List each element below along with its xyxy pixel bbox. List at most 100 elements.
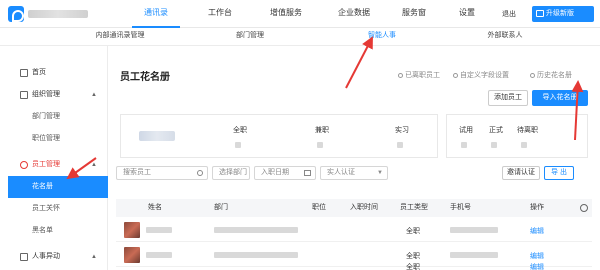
tab-settings[interactable]: 设置 bbox=[452, 0, 482, 28]
hire-date-picker[interactable]: 入职日期 bbox=[254, 166, 316, 180]
department-select[interactable]: 选择部门 bbox=[212, 166, 250, 180]
col-name: 姓名 bbox=[148, 204, 162, 211]
chevron-down-icon: ▼ bbox=[377, 170, 383, 176]
table-header: 姓名 部门 职位 入职时间 员工类型 手机号 操作 bbox=[116, 199, 592, 217]
upgrade-button[interactable]: 升级新版 bbox=[532, 6, 594, 22]
stats-total-blurred bbox=[139, 131, 175, 141]
dept-blurred bbox=[214, 227, 298, 233]
subtab-external-contacts[interactable]: 外部联系人 bbox=[470, 28, 540, 46]
stat-label-pending-leave: 待离职 bbox=[517, 127, 538, 134]
org-icon bbox=[20, 91, 28, 99]
stat-value-blurred bbox=[461, 142, 467, 148]
table-row[interactable]: 全职 编辑 bbox=[116, 264, 592, 270]
option-resigned-label: 已离职员工 bbox=[405, 72, 440, 79]
col-hire-date: 入职时间 bbox=[350, 204, 378, 211]
add-employee-button[interactable]: 添加员工 bbox=[488, 90, 528, 106]
tab-service-window[interactable]: 服务窗 bbox=[390, 0, 438, 28]
search-input[interactable]: 搜索员工 bbox=[116, 166, 208, 180]
chevron-up-icon: ▲ bbox=[91, 254, 97, 260]
hire-date-label: 入职日期 bbox=[261, 169, 289, 176]
option-custom-fields-label: 自定义字段设置 bbox=[460, 72, 509, 79]
sidebar-item-roster[interactable]: 花名册 bbox=[8, 176, 108, 198]
table-row[interactable]: 全职 编辑 bbox=[116, 218, 592, 242]
tab-value-added[interactable]: 增值服务 bbox=[256, 0, 316, 28]
auth-select-label: 实人认证 bbox=[327, 169, 355, 176]
edit-link[interactable]: 编辑 bbox=[530, 251, 544, 261]
stats-card-status: 试用 正式 待离职 bbox=[446, 114, 588, 158]
sidebar-item-home[interactable]: 首页 bbox=[0, 62, 107, 84]
option-history[interactable]: 历史花名册 bbox=[530, 70, 572, 80]
import-roster-button[interactable]: 导入花名册 bbox=[532, 90, 588, 106]
page-title: 员工花名册 bbox=[120, 72, 170, 83]
stat-label-fulltime: 全职 bbox=[233, 127, 247, 134]
stat-value-blurred bbox=[317, 142, 323, 148]
name-blurred bbox=[146, 227, 172, 233]
upgrade-label: 升级新版 bbox=[546, 10, 574, 17]
emp-type-cell: 全职 bbox=[406, 253, 420, 260]
main-content: 员工花名册 已离职员工 自定义字段设置 历史花名册 添加员工 导入花名册 全职 … bbox=[108, 46, 600, 270]
sidebar-group-employee[interactable]: 员工管理 ▲ bbox=[0, 154, 107, 176]
sub-navbar: 内部通讯录管理 部门管理 智能人事 外部联系人 bbox=[0, 28, 600, 46]
stat-label-formal: 正式 bbox=[489, 127, 503, 134]
gear-icon[interactable] bbox=[580, 204, 588, 212]
sidebar-org-label: 组织管理 bbox=[32, 91, 60, 98]
export-button[interactable]: 导 出 bbox=[544, 166, 574, 180]
col-department: 部门 bbox=[214, 204, 228, 211]
radio-icon bbox=[453, 73, 458, 78]
sidebar-employee-label: 员工管理 bbox=[32, 161, 60, 168]
option-history-label: 历史花名册 bbox=[537, 72, 572, 79]
subtab-smart-hr[interactable]: 智能人事 bbox=[352, 28, 412, 46]
emp-type-cell: 全职 bbox=[406, 228, 420, 235]
sidebar-item-care[interactable]: 员工关怀 bbox=[0, 198, 107, 220]
home-icon bbox=[20, 69, 28, 77]
logout-link[interactable]: 退出 bbox=[502, 9, 516, 19]
chevron-up-icon: ▲ bbox=[91, 162, 97, 168]
sidebar-item-position[interactable]: 职位管理 bbox=[0, 128, 107, 150]
tab-workbench[interactable]: 工作台 bbox=[196, 0, 244, 28]
col-emp-type: 员工类型 bbox=[400, 204, 428, 211]
top-navbar: 通讯录 工作台 增值服务 企业数据 服务窗 设置 退出 升级新版 bbox=[0, 0, 600, 28]
auth-select[interactable]: 实人认证 ▼ bbox=[320, 166, 388, 180]
stat-value-blurred bbox=[235, 142, 241, 148]
stat-label-intern: 实习 bbox=[395, 127, 409, 134]
sidebar-group-hr-change[interactable]: 人事异动 ▲ bbox=[0, 246, 107, 268]
app-logo-icon[interactable] bbox=[8, 6, 24, 22]
stat-value-blurred bbox=[397, 142, 403, 148]
avatar bbox=[124, 247, 140, 263]
option-resigned[interactable]: 已离职员工 bbox=[398, 70, 440, 80]
crown-icon bbox=[536, 10, 544, 17]
sidebar-item-blacklist[interactable]: 黑名单 bbox=[0, 220, 107, 242]
invite-auth-button[interactable]: 邀请认证 bbox=[502, 166, 540, 180]
name-blurred bbox=[146, 252, 172, 258]
search-placeholder: 搜索员工 bbox=[123, 169, 151, 176]
sidebar-item-dept[interactable]: 部门管理 bbox=[0, 106, 107, 128]
stat-value-blurred bbox=[521, 142, 527, 148]
sidebar-group-org[interactable]: 组织管理 ▲ bbox=[0, 84, 107, 106]
stat-label-probation: 试用 bbox=[459, 127, 473, 134]
subtab-internal-contacts[interactable]: 内部通讯录管理 bbox=[70, 28, 170, 46]
clock-icon bbox=[530, 73, 535, 78]
stat-value-blurred bbox=[491, 142, 497, 148]
sidebar-hr-label: 人事异动 bbox=[32, 253, 60, 260]
col-position: 职位 bbox=[312, 204, 326, 211]
edit-link[interactable]: 编辑 bbox=[530, 226, 544, 236]
sidebar: 首页 组织管理 ▲ 部门管理 职位管理 员工管理 ▲ 花名册 员工关怀 黑名单 … bbox=[0, 46, 108, 270]
subtab-department[interactable]: 部门管理 bbox=[220, 28, 280, 46]
transfer-icon bbox=[20, 253, 28, 261]
tab-enterprise-data[interactable]: 企业数据 bbox=[324, 0, 384, 28]
phone-blurred bbox=[450, 252, 498, 258]
calendar-icon bbox=[304, 170, 311, 176]
search-icon bbox=[197, 170, 203, 176]
edit-link[interactable]: 编辑 bbox=[530, 262, 544, 270]
person-icon bbox=[20, 161, 28, 169]
avatar bbox=[124, 222, 140, 238]
col-action: 操作 bbox=[530, 204, 544, 211]
tab-contacts[interactable]: 通讯录 bbox=[132, 0, 180, 28]
phone-blurred bbox=[450, 227, 498, 233]
stat-label-parttime: 兼职 bbox=[315, 127, 329, 134]
dept-blurred bbox=[214, 252, 298, 258]
option-custom-fields[interactable]: 自定义字段设置 bbox=[453, 70, 509, 80]
company-name-blurred bbox=[28, 10, 88, 18]
chevron-up-icon: ▲ bbox=[91, 92, 97, 98]
emp-type-cell: 全职 bbox=[406, 264, 420, 270]
